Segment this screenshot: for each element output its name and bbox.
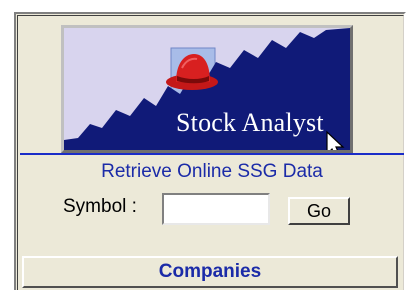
symbol-label: Symbol : <box>63 196 137 217</box>
companies-button[interactable]: Companies <box>22 256 398 288</box>
symbol-input[interactable] <box>162 193 270 225</box>
stock-analyst-panel: Stock Analyst Retrieve Online SSG Data S… <box>14 12 406 290</box>
retrieve-data-label: Retrieve Online SSG Data <box>101 161 323 182</box>
stock-analyst-logo[interactable]: Stock Analyst <box>61 25 353 153</box>
go-button[interactable]: Go <box>288 197 350 225</box>
logo-title: Stock Analyst <box>176 108 324 137</box>
blue-divider <box>20 153 404 155</box>
